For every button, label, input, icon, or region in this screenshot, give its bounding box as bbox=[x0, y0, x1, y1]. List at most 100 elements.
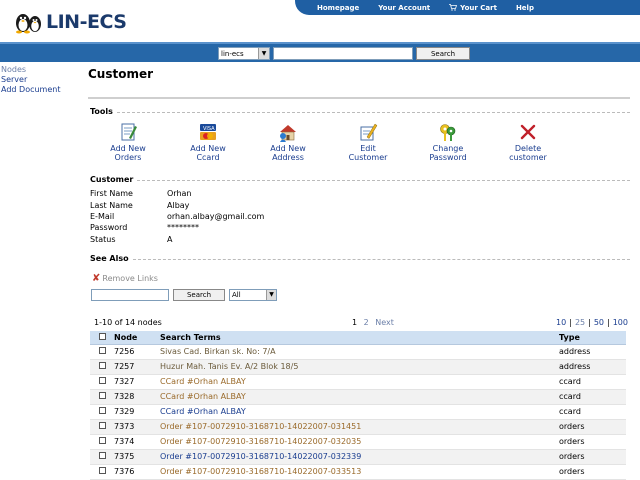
cell-search-terms-link[interactable]: Order #107-0072910-3168710-14022007-0314… bbox=[158, 419, 557, 435]
credit-card-icon: VISA bbox=[200, 124, 216, 140]
main-content: Customer Tools Add New Orders VISA Add N… bbox=[88, 64, 630, 301]
pager: 1-10 of 14 nodes 1 2 Next 10 | 25 | 50 | 100 bbox=[94, 318, 628, 329]
nav-your-cart[interactable]: Your Cart bbox=[449, 4, 497, 12]
chevron-down-icon: ▼ bbox=[258, 48, 269, 59]
row-select-cell bbox=[90, 419, 112, 435]
svg-text:VISA: VISA bbox=[203, 126, 215, 132]
sidebar-item-add-document[interactable]: Add Document bbox=[1, 85, 60, 95]
logo-text: LIN-ECS bbox=[46, 11, 127, 33]
row-checkbox[interactable] bbox=[98, 452, 106, 459]
see-also-title: See Also bbox=[90, 253, 129, 263]
keys-icon bbox=[440, 124, 456, 141]
field-first-name: First Name Orhan bbox=[90, 188, 630, 199]
page-link-2[interactable]: 2 bbox=[364, 318, 369, 327]
row-checkbox[interactable] bbox=[98, 407, 106, 414]
search-input[interactable] bbox=[273, 47, 413, 60]
row-checkbox[interactable] bbox=[98, 377, 106, 384]
row-select-cell bbox=[90, 404, 112, 420]
table-row: 7374 Order #107-0072910-3168710-14022007-… bbox=[90, 434, 626, 450]
sidebar-item-nodes[interactable]: Nodes bbox=[1, 65, 60, 75]
row-checkbox[interactable] bbox=[98, 467, 106, 474]
row-checkbox[interactable] bbox=[98, 362, 106, 369]
nodes-table: Node Search Terms Type 7256 Sivas Cad. Bi… bbox=[90, 331, 626, 480]
top-navigation: Homepage Your Account Your Cart Help bbox=[295, 0, 640, 15]
tools-section-header: Tools bbox=[88, 107, 630, 116]
cell-type: orders bbox=[557, 419, 626, 435]
nav-your-account[interactable]: Your Account bbox=[378, 4, 430, 12]
change-password-button[interactable]: Change Password bbox=[408, 122, 488, 162]
cell-node: 7257 bbox=[112, 359, 158, 375]
cell-type: ccard bbox=[557, 374, 626, 390]
nav-help[interactable]: Help bbox=[516, 4, 534, 12]
row-checkbox[interactable] bbox=[98, 422, 106, 429]
field-label: E-Mail bbox=[90, 211, 115, 221]
select-all-cell bbox=[90, 331, 112, 345]
column-header-type[interactable]: Type bbox=[557, 331, 626, 345]
cell-type: orders bbox=[557, 464, 626, 480]
next-page-link[interactable]: Next bbox=[375, 318, 394, 327]
select-all-checkbox[interactable] bbox=[98, 332, 106, 340]
search-button[interactable]: Search bbox=[416, 47, 470, 60]
add-new-ccard-button[interactable]: VISA Add New Ccard bbox=[168, 122, 248, 162]
current-page: 1 bbox=[352, 318, 358, 327]
page-size-25[interactable]: 25 bbox=[575, 318, 585, 327]
tool-label-line2: Password bbox=[429, 153, 467, 162]
add-new-orders-button[interactable]: Add New Orders bbox=[88, 122, 168, 162]
tool-label-line2: Address bbox=[272, 153, 304, 162]
row-select-cell bbox=[90, 434, 112, 450]
tool-label-line1: Add New bbox=[190, 144, 226, 153]
cell-search-terms-link[interactable]: CCard #Orhan ALBAY bbox=[158, 374, 557, 390]
page-title: Customer bbox=[88, 67, 154, 81]
field-label: First Name bbox=[90, 189, 133, 199]
column-header-search-terms[interactable]: Search Terms bbox=[158, 331, 557, 345]
row-select-cell bbox=[90, 344, 112, 360]
cell-search-terms-link[interactable]: Order #107-0072910-3168710-14022007-0323… bbox=[158, 449, 557, 465]
page-size-50[interactable]: 50 bbox=[594, 318, 604, 327]
edit-icon bbox=[360, 123, 378, 141]
add-address-icon bbox=[280, 125, 296, 142]
remove-links-label: Remove Links bbox=[102, 273, 158, 283]
sidebar-item-server[interactable]: Server bbox=[1, 75, 60, 85]
customer-section-header: Customer bbox=[88, 175, 630, 184]
cell-node: 7327 bbox=[112, 374, 158, 390]
nav-homepage[interactable]: Homepage bbox=[317, 4, 359, 12]
filter-input[interactable] bbox=[91, 288, 169, 301]
row-select-cell bbox=[90, 464, 112, 480]
sidebar: Nodes Server Add Document bbox=[1, 65, 60, 95]
cell-search-terms-link[interactable]: Order #107-0072910-3168710-14022007-0335… bbox=[158, 464, 557, 480]
column-header-node[interactable]: Node bbox=[112, 331, 158, 345]
delete-customer-button[interactable]: Delete customer bbox=[488, 122, 568, 162]
table-row: 7327 CCard #Orhan ALBAY ccard bbox=[90, 374, 626, 390]
tool-label-line1: Delete bbox=[514, 144, 542, 153]
close-icon: ✘ bbox=[92, 272, 101, 284]
row-checkbox[interactable] bbox=[98, 437, 106, 444]
row-checkbox[interactable] bbox=[98, 347, 106, 354]
logo[interactable]: LIN-ECS bbox=[14, 9, 127, 35]
cell-search-terms-link[interactable]: CCard #Orhan ALBAY bbox=[158, 389, 557, 405]
cell-search-terms-link[interactable]: Order #107-0072910-3168710-14022007-0320… bbox=[158, 434, 557, 450]
page-links: 1 2 Next bbox=[352, 318, 394, 327]
divider bbox=[88, 97, 630, 99]
table-row: 7257 Huzur Mah. Tanis Ev. A/2 Blok 18/5 ad… bbox=[90, 359, 626, 375]
tools-toolbar: Add New Orders VISA Add New Ccard Add Ne… bbox=[88, 122, 630, 162]
cell-search-terms-link[interactable]: Huzur Mah. Tanis Ev. A/2 Blok 18/5 bbox=[158, 359, 557, 375]
add-new-address-button[interactable]: Add New Address bbox=[248, 122, 328, 162]
field-password: Password ******** bbox=[90, 222, 630, 233]
cell-type: orders bbox=[557, 434, 626, 450]
header: LIN-ECS Homepage Your Account Your Cart … bbox=[0, 0, 640, 42]
site-select[interactable]: lin-ecs ▼ bbox=[218, 47, 270, 60]
filter-type-select[interactable]: All ▼ bbox=[229, 288, 277, 301]
tool-label-line1: Add New bbox=[110, 144, 146, 153]
edit-customer-button[interactable]: Edit Customer bbox=[328, 122, 408, 162]
filter-search-button[interactable]: Search bbox=[173, 288, 225, 301]
row-checkbox[interactable] bbox=[98, 392, 106, 399]
page-size-10[interactable]: 10 bbox=[556, 318, 566, 327]
cell-node: 7375 bbox=[112, 449, 158, 465]
remove-links-button[interactable]: ✘ Remove Links bbox=[92, 273, 630, 284]
cell-search-terms-link[interactable]: Sivas Cad. Birkan sk. No: 7/A bbox=[158, 344, 557, 360]
see-also-section-header: See Also bbox=[88, 254, 630, 263]
page-size-100[interactable]: 100 bbox=[613, 318, 628, 327]
cell-search-terms-link[interactable]: CCard #Orhan ALBAY bbox=[158, 404, 557, 420]
field-value: Orhan bbox=[167, 189, 192, 199]
cell-node: 7376 bbox=[112, 464, 158, 480]
